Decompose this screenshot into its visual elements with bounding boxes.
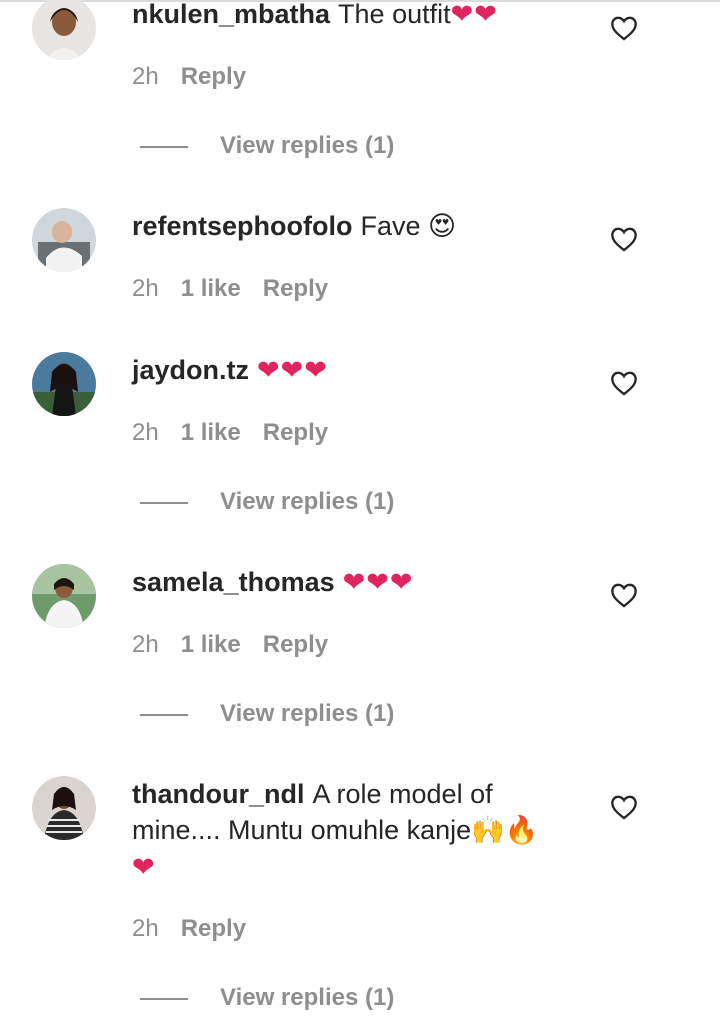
heart-outline-icon xyxy=(611,795,637,820)
avatar[interactable] xyxy=(32,776,96,840)
replies-divider xyxy=(140,713,188,716)
like-button[interactable] xyxy=(610,15,638,41)
heart-outline-icon xyxy=(611,371,637,396)
like-button[interactable] xyxy=(610,794,638,820)
likes-count[interactable]: 1 like xyxy=(181,631,241,658)
comment-time: 2h xyxy=(132,275,159,302)
comment-text: Fave xyxy=(360,211,421,241)
avatar[interactable] xyxy=(32,208,96,272)
comment-emojis: ❤❤❤ xyxy=(257,355,328,386)
reply-button[interactable]: Reply xyxy=(181,915,246,942)
like-button[interactable] xyxy=(610,370,638,396)
view-replies-label: View replies (1) xyxy=(220,984,395,1011)
avatar[interactable] xyxy=(32,0,96,60)
comment-body: nkulen_mbatha The outfit❤❤ xyxy=(132,0,562,33)
comment-meta: 2h 1 like Reply xyxy=(132,274,350,304)
view-replies-label: View replies (1) xyxy=(220,700,395,727)
replies-divider xyxy=(140,997,188,1000)
comment-meta: 2h Reply xyxy=(132,62,268,92)
likes-count[interactable]: 1 like xyxy=(181,275,241,302)
view-replies-label: View replies (1) xyxy=(220,488,395,515)
reply-button[interactable]: Reply xyxy=(181,63,246,90)
reply-button[interactable]: Reply xyxy=(263,631,328,658)
comment-time: 2h xyxy=(132,915,159,942)
avatar[interactable] xyxy=(32,564,96,628)
comment-username[interactable]: samela_thomas xyxy=(132,567,335,597)
heart-outline-icon xyxy=(611,583,637,608)
replies-divider xyxy=(140,145,188,148)
comment-body: samela_thomas ❤❤❤ xyxy=(132,564,562,601)
avatar[interactable] xyxy=(32,352,96,416)
comment-time: 2h xyxy=(132,63,159,90)
comment-body: refentsephoofolo Fave 😍 xyxy=(132,208,562,245)
comment-emojis-line2: ❤ xyxy=(132,852,156,883)
comment-meta: 2h 1 like Reply xyxy=(132,418,350,448)
likes-count[interactable]: 1 like xyxy=(181,419,241,446)
comment-emojis: 😍 xyxy=(428,211,457,242)
comment-username[interactable]: nkulen_mbatha xyxy=(132,0,330,29)
comment-username[interactable]: jaydon.tz xyxy=(132,355,249,385)
comment-emojis: ❤❤ xyxy=(450,0,498,30)
heart-outline-icon xyxy=(611,227,637,252)
comment-body: thandour_ndl A role model of mine.... Mun… xyxy=(132,776,562,886)
view-replies-label: View replies (1) xyxy=(220,132,395,159)
comment-time: 2h xyxy=(132,419,159,446)
view-replies-button[interactable]: View replies (1) xyxy=(140,487,394,517)
reply-button[interactable]: Reply xyxy=(263,419,328,446)
comment-body: jaydon.tz ❤❤❤ xyxy=(132,352,562,389)
comment-emojis: ❤❤❤ xyxy=(342,567,414,598)
like-button[interactable] xyxy=(610,582,638,608)
comment-username[interactable]: thandour_ndl xyxy=(132,779,304,809)
view-replies-button[interactable]: View replies (1) xyxy=(140,699,394,729)
replies-divider xyxy=(140,501,188,504)
comment-text: The outfit xyxy=(338,0,451,29)
heart-outline-icon xyxy=(611,16,637,41)
comment-meta: 2h Reply xyxy=(132,914,268,944)
like-button[interactable] xyxy=(610,226,638,252)
reply-button[interactable]: Reply xyxy=(263,275,328,302)
comment-meta: 2h 1 like Reply xyxy=(132,630,350,660)
comment-username[interactable]: refentsephoofolo xyxy=(132,211,353,241)
comment-time: 2h xyxy=(132,631,159,658)
view-replies-button[interactable]: View replies (1) xyxy=(140,983,394,1013)
view-replies-button[interactable]: View replies (1) xyxy=(140,131,394,161)
comment-emojis: 🙌🔥 xyxy=(471,815,539,846)
